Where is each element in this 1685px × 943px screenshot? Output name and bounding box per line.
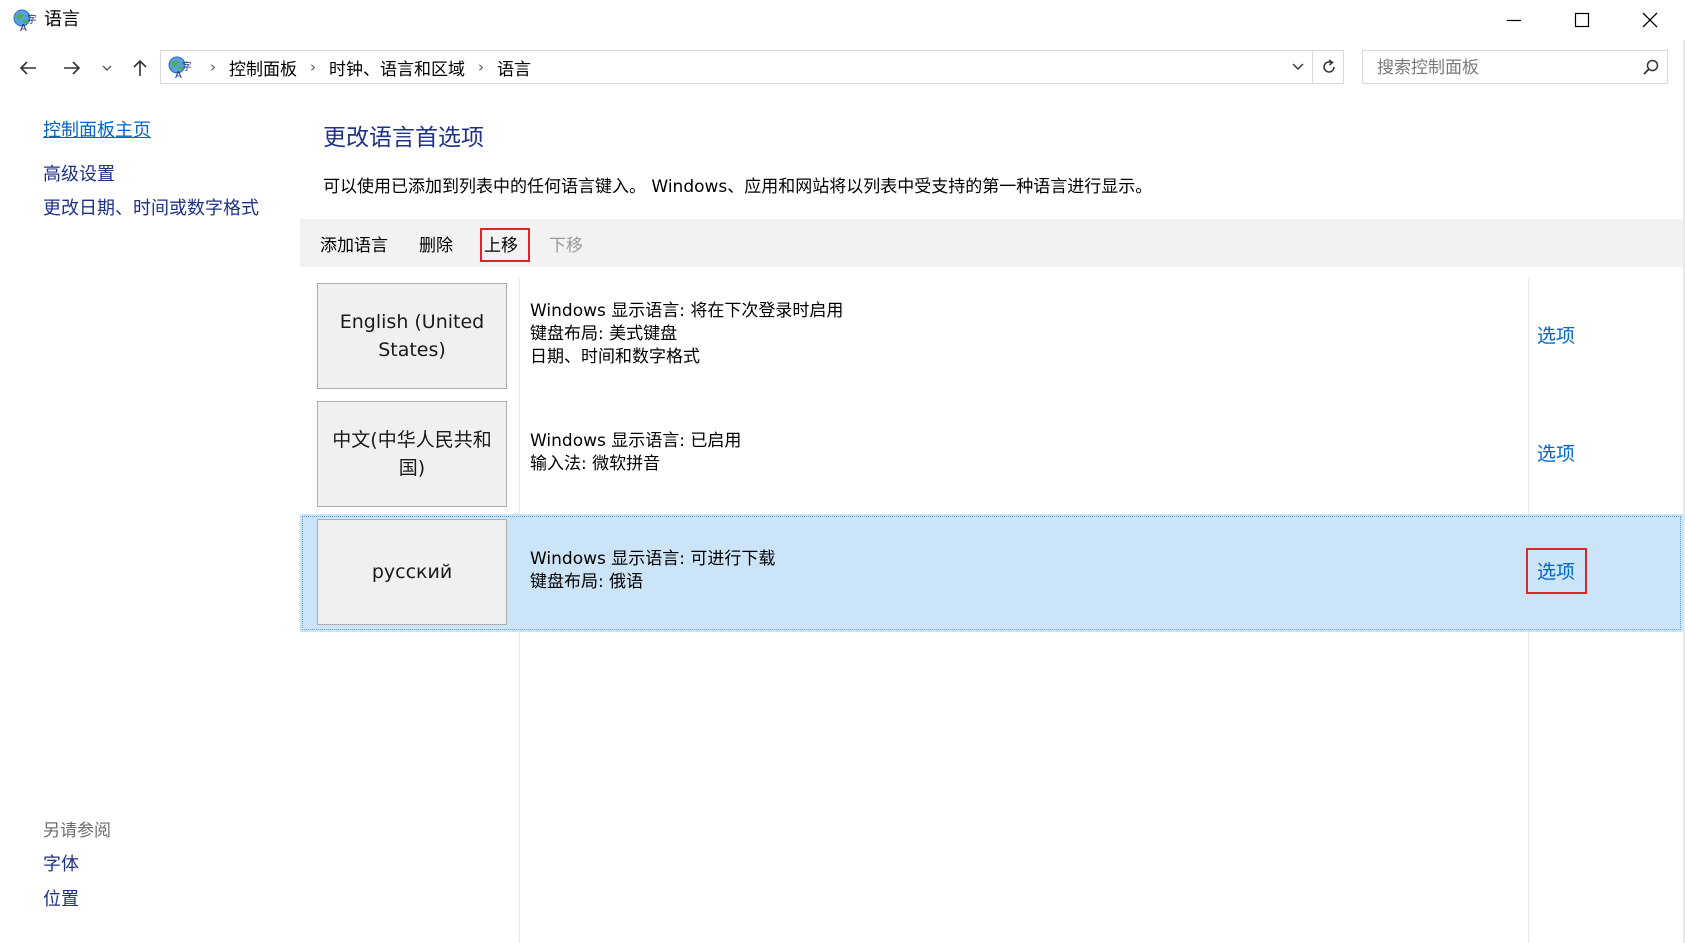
search-input[interactable]: [1363, 51, 1639, 85]
language-tile[interactable]: русский: [317, 519, 507, 625]
options-link[interactable]: 选项: [1537, 321, 1575, 348]
arrow-up-icon: [133, 59, 147, 76]
breadcrumb: › 控制面板 › 时钟、语言和区域 › 语言: [197, 51, 531, 83]
window-title: 语言: [44, 9, 80, 30]
maximize-button[interactable]: [1548, 0, 1616, 40]
breadcrumb-control-panel[interactable]: 控制面板: [229, 55, 297, 80]
left-navigation-pane: 控制面板主页 高级设置 更改日期、时间或数字格式 另请参阅 字体 位置: [0, 96, 300, 943]
language-tile[interactable]: English (United States): [317, 283, 507, 389]
chevron-right-icon[interactable]: ›: [210, 58, 216, 76]
language-details: Windows 显示语言: 将在下次登录时启用 键盘布局: 美式键盘 日期、时间…: [530, 300, 843, 369]
control-panel-home-link[interactable]: 控制面板主页: [43, 116, 151, 142]
remove-button[interactable]: 删除: [419, 231, 453, 256]
refresh-icon: [1323, 59, 1335, 73]
search-button[interactable]: [1635, 51, 1667, 83]
language-row-english[interactable]: English (United States) Windows 显示语言: 将在…: [300, 278, 1683, 396]
move-up-button[interactable]: 上移: [484, 231, 518, 256]
options-link[interactable]: 选项: [1537, 439, 1575, 466]
close-icon: [1642, 12, 1658, 28]
input-method: 输入法: 微软拼音: [530, 454, 661, 474]
svg-text:A: A: [20, 23, 27, 32]
address-dropdown-button[interactable]: [1285, 51, 1311, 83]
page-description: 可以使用已添加到列表中的任何语言键入。 Windows、应用和网站将以列表中受支…: [323, 177, 1153, 197]
language-row-chinese[interactable]: 中文(中华人民共和国) Windows 显示语言: 已启用 输入法: 微软拼音 …: [300, 396, 1683, 514]
language-toolbar: 添加语言 删除 上移 下移: [300, 219, 1685, 267]
language-details: Windows 显示语言: 已启用 输入法: 微软拼音: [530, 430, 741, 476]
minimize-icon: [1507, 19, 1521, 22]
keyboard-layout: 键盘布局: 俄语: [530, 572, 644, 592]
globe-language-icon: A 字: [167, 55, 192, 81]
display-language-status: Windows 显示语言: 可进行下载: [530, 549, 776, 569]
svg-text:字: 字: [182, 60, 191, 73]
keyboard-layout: 键盘布局: 美式键盘: [530, 324, 678, 344]
page-title: 更改语言首选项: [323, 125, 484, 151]
arrow-left-icon: [19, 61, 36, 75]
move-down-button[interactable]: 下移: [549, 231, 583, 256]
breadcrumb-language[interactable]: 语言: [497, 55, 531, 80]
language-details: Windows 显示语言: 可进行下载 键盘布局: 俄语: [530, 548, 775, 594]
language-window: A 字 语言 A 字 › 控制面板 › 时钟、语言和区域 › 语言 搜索控制面板…: [0, 0, 1685, 943]
change-date-time-format-link[interactable]: 更改日期、时间或数字格式: [43, 194, 259, 220]
title-bar: A 字 语言: [0, 0, 1685, 40]
date-time-format: 日期、时间和数字格式: [530, 347, 700, 367]
navigation-bar: A 字 › 控制面板 › 时钟、语言和区域 › 语言: [0, 46, 1685, 90]
add-language-button[interactable]: 添加语言: [320, 231, 388, 256]
globe-language-icon: A 字: [12, 8, 37, 34]
chevron-down-icon: [102, 65, 112, 71]
svg-text:字: 字: [27, 13, 36, 26]
language-tile[interactable]: 中文(中华人民共和国): [317, 401, 507, 507]
back-button[interactable]: [14, 54, 42, 82]
arrow-right-icon: [64, 61, 81, 75]
search-box: [1362, 50, 1668, 85]
advanced-settings-link[interactable]: 高级设置: [43, 160, 115, 186]
svg-text:A: A: [175, 70, 182, 79]
maximize-icon: [1574, 12, 1590, 28]
language-row-russian[interactable]: русский Windows 显示语言: 可进行下载 键盘布局: 俄语 选项: [300, 514, 1683, 632]
language-list: English (United States) Windows 显示语言: 将在…: [300, 278, 1685, 943]
options-link[interactable]: 选项: [1537, 557, 1575, 584]
up-button[interactable]: [126, 54, 154, 82]
display-language-status: Windows 显示语言: 已启用: [530, 431, 742, 451]
chevron-right-icon[interactable]: ›: [478, 58, 484, 76]
recent-locations-button[interactable]: [98, 54, 116, 82]
forward-button[interactable]: [58, 54, 86, 82]
location-link[interactable]: 位置: [43, 885, 79, 911]
refresh-button[interactable]: [1312, 51, 1345, 83]
breadcrumb-clock-language-region[interactable]: 时钟、语言和区域: [329, 55, 465, 80]
address-bar[interactable]: A 字 › 控制面板 › 时钟、语言和区域 › 语言: [160, 50, 1344, 84]
fonts-link[interactable]: 字体: [43, 850, 79, 876]
close-button[interactable]: [1616, 0, 1684, 40]
chevron-right-icon[interactable]: ›: [310, 58, 316, 76]
minimize-button[interactable]: [1480, 0, 1548, 40]
see-also-heading: 另请参阅: [43, 821, 111, 841]
display-language-status: Windows 显示语言: 将在下次登录时启用: [530, 301, 844, 321]
search-icon: [1643, 59, 1659, 75]
chevron-down-icon: [1292, 63, 1304, 70]
